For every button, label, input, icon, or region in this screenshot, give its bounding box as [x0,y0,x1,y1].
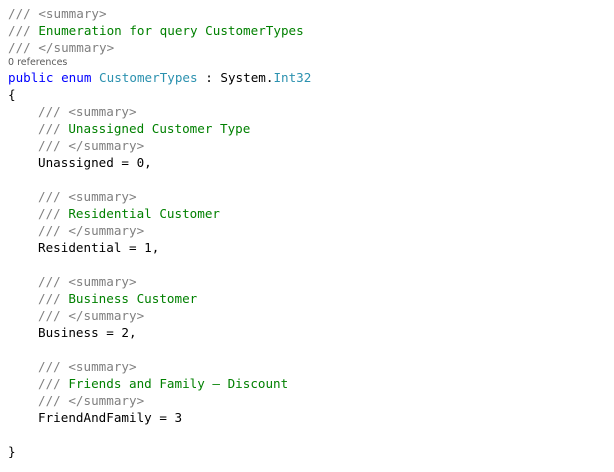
doc-comment-tag: /// </summary> [38,223,145,238]
doc-comment-text: Enumeration for query CustomerTypes [38,23,304,38]
member-doc-text-line: /// Friends and Family – Discount [8,375,608,392]
open-brace: { [8,87,16,102]
enum-name: CustomerTypes [99,70,198,85]
doc-comment-tag: /// <summary> [38,104,137,119]
code-editor[interactable]: /// <summary> /// Enumeration for query … [8,5,608,460]
doc-comment-tag: /// </summary> [38,308,145,323]
enum-member-code: Unassigned = 0, [38,155,152,170]
enum-member: Unassigned = 0, [8,154,608,171]
doc-comment-prefix: /// [38,291,69,306]
member-doc-close: /// </summary> [8,137,608,154]
member-doc-open: /// <summary> [8,188,608,205]
base-namespace: System. [220,70,274,85]
base-separator: : [197,70,221,85]
doc-comment-tag: /// <summary> [38,274,137,289]
member-doc-close: /// </summary> [8,222,608,239]
enum-member: Residential = 1, [8,239,608,256]
enum-member: Business = 2, [8,324,608,341]
doc-comment-open: /// <summary> [8,5,608,22]
enum-member-code: Residential = 1, [38,240,160,255]
keyword-public: public [8,70,54,85]
member-doc-open: /// <summary> [8,358,608,375]
member-doc-close: /// </summary> [8,307,608,324]
keyword-enum: enum [61,70,92,85]
member-doc-text-line: /// Unassigned Customer Type [8,120,608,137]
doc-comment-tag: /// <summary> [38,359,137,374]
doc-comment-text: Friends and Family – Discount [68,376,289,391]
base-type: Int32 [273,70,312,85]
member-doc-open: /// <summary> [8,103,608,120]
doc-comment-tag: /// </summary> [8,40,115,55]
member-doc-close: /// </summary> [8,392,608,409]
doc-comment-tag: /// </summary> [38,138,145,153]
doc-comment-text-line: /// Enumeration for query CustomerTypes [8,22,608,39]
member-doc-text-line: /// Business Customer [8,290,608,307]
doc-comment-prefix: /// [8,23,39,38]
enum-declaration: public enum CustomerTypes : System.Int32 [8,69,608,86]
doc-comment-close: /// </summary> [8,39,608,56]
enum-member-code: Business = 2, [38,325,137,340]
doc-comment-prefix: /// [38,121,69,136]
doc-comment-text: Business Customer [68,291,198,306]
member-doc-text-line: /// Residential Customer [8,205,608,222]
doc-comment-prefix: /// [38,206,69,221]
enum-member: FriendAndFamily = 3 [8,409,608,426]
member-doc-open: /// <summary> [8,273,608,290]
enum-member-code: FriendAndFamily = 3 [38,410,183,425]
doc-comment-prefix: /// [38,376,69,391]
doc-comment-tag: /// </summary> [38,393,145,408]
doc-comment-tag: /// <summary> [8,6,107,21]
codelens-references[interactable]: 0 references [8,56,608,69]
doc-comment-text: Residential Customer [68,206,220,221]
doc-comment-text: Unassigned Customer Type [68,121,251,136]
doc-comment-tag: /// <summary> [38,189,137,204]
close-brace: } [8,444,16,459]
